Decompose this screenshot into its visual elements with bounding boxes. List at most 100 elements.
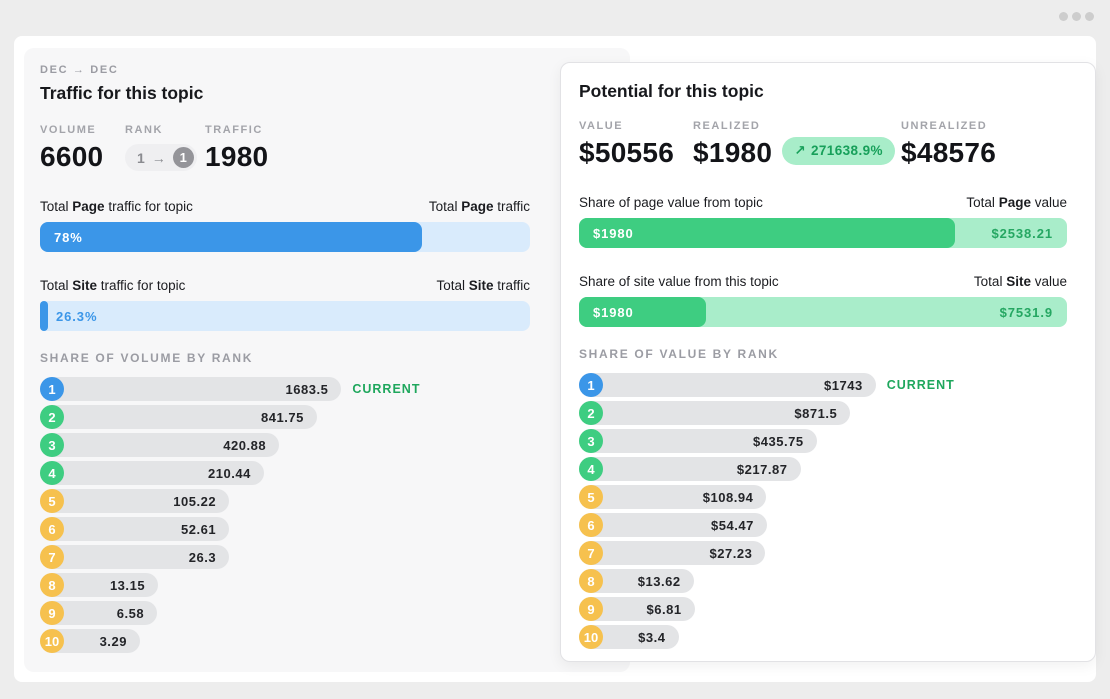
rank-to-badge: 1 — [172, 147, 194, 168]
rank-value: $27.23 — [709, 545, 753, 561]
rank-row: 5 $108.94 — [579, 485, 1067, 509]
site-word-bold: Site — [72, 278, 98, 293]
arrow-right-icon: → — [151, 149, 166, 166]
arrow-up-right-icon: ↗ — [794, 142, 806, 158]
site-traffic-right-label: Total Site traffic — [436, 278, 530, 293]
rank-row: 6 52.61 — [40, 517, 530, 541]
traffic-stats-row: VOLUME 6600 RANK 1 → 1 TRAFFIC 1980 — [40, 124, 530, 173]
site-word-bold: Site — [1006, 274, 1031, 289]
realized-change-badge: ↗ 271638.9% — [782, 136, 895, 165]
realized-label: REALIZED — [693, 120, 761, 132]
rank-badge: 7 — [579, 541, 603, 565]
value-value: $50556 — [579, 137, 675, 168]
rank-change-pill: 1 → 1 — [125, 144, 197, 171]
site-word-bold: Site — [468, 278, 494, 293]
rank-bar: 7 $27.23 — [579, 541, 766, 565]
rank-badge: 2 — [40, 405, 64, 429]
window-dot-icon — [1059, 12, 1068, 21]
rank-bar: 5 $108.94 — [579, 485, 767, 509]
rank-badge: 5 — [579, 485, 603, 509]
volume-label: VOLUME — [40, 124, 97, 136]
rank-badge: 4 — [40, 461, 64, 485]
rank-row: 7 26.3 — [40, 545, 530, 569]
rank-row: 4 $217.87 — [579, 457, 1067, 481]
rank-row: 1 1683.5 CURRENT — [40, 377, 530, 401]
page-word-bold: Page — [998, 195, 1031, 210]
current-rank-label: CURRENT — [886, 378, 955, 392]
page-value-bar: $1980 $2538.21 — [579, 218, 1067, 248]
rank-bar: 3 420.88 — [40, 433, 280, 457]
rank-bar: 6 52.61 — [40, 517, 230, 541]
rank-bar: 10 $3.4 — [579, 625, 679, 649]
rank-value: 13.15 — [109, 577, 146, 593]
rank-bar: 8 $13.62 — [579, 569, 694, 593]
rank-bar: 7 26.3 — [40, 545, 230, 569]
rank-stat: RANK 1 → 1 — [125, 124, 205, 173]
rank-value: 420.88 — [223, 437, 267, 453]
rank-badge: 3 — [579, 429, 603, 453]
page-traffic-pct: 78% — [54, 229, 83, 245]
rank-row: 3 420.88 — [40, 433, 530, 457]
site-traffic-left-label: Total Site traffic for topic — [40, 278, 186, 293]
period-label: DEC → DEC — [40, 64, 119, 76]
site-value-total: $7531.9 — [999, 304, 1053, 320]
rank-row: 2 841.75 — [40, 405, 530, 429]
value-label: VALUE — [579, 120, 624, 132]
rank-bar: 4 $217.87 — [579, 457, 801, 481]
rank-badge: 1 — [579, 373, 603, 397]
rank-badge: 3 — [40, 433, 64, 457]
rank-row: 10 $3.4 — [579, 625, 1067, 649]
rank-bar: 10 3.29 — [40, 629, 140, 653]
site-value-bar-group: Share of site value from this topic Tota… — [579, 274, 1067, 327]
rank-row: 9 $6.81 — [579, 597, 1067, 621]
rank-value: $217.87 — [736, 461, 788, 477]
potential-stats-row: VALUE $50556 REALIZED $1980 ↗ 271638.9% — [579, 120, 1067, 169]
rank-value: $108.94 — [702, 489, 754, 505]
unrealized-value: $48576 — [901, 137, 997, 168]
site-traffic-bar: 26.3% — [40, 301, 530, 331]
rank-bar: 3 $435.75 — [579, 429, 817, 453]
rank-bar: 9 $6.81 — [579, 597, 695, 621]
site-value-amount: $1980 — [593, 304, 634, 320]
rank-row: 9 6.58 — [40, 601, 530, 625]
rank-bar: 5 105.22 — [40, 489, 230, 513]
rank-value: 52.61 — [180, 521, 217, 537]
window-titlebar — [0, 0, 1110, 36]
rank-value: 1683.5 — [285, 381, 329, 397]
rank-bar: 2 841.75 — [40, 405, 317, 429]
rank-value: $3.4 — [638, 629, 666, 645]
window-dot-icon — [1072, 12, 1081, 21]
page-value-left-label: Share of page value from topic — [579, 195, 763, 210]
main-canvas: DEC → DEC Traffic for this topic VOLUME … — [14, 36, 1096, 682]
rank-bar: 8 13.15 — [40, 573, 159, 597]
rank-row: 10 3.29 — [40, 629, 530, 653]
site-value-left-label: Share of site value from this topic — [579, 274, 779, 289]
rank-row: 6 $54.47 — [579, 513, 1067, 537]
rank-badge: 8 — [579, 569, 603, 593]
volume-value: 6600 — [40, 141, 104, 172]
rank-bar: 1 1683.5 — [40, 377, 342, 401]
rank-badge: 9 — [40, 601, 64, 625]
rank-badge: 8 — [40, 573, 64, 597]
traffic-stat: TRAFFIC 1980 — [205, 124, 268, 173]
unrealized-label: UNREALIZED — [901, 120, 988, 132]
page-traffic-left-label: Total Page traffic for topic — [40, 199, 193, 214]
volume-stat: VOLUME 6600 — [40, 124, 125, 173]
page-word-bold: Page — [72, 199, 105, 214]
page-value-bar-group: Share of page value from topic Total Pag… — [579, 195, 1067, 248]
rank-from: 1 — [137, 149, 145, 166]
volume-rank-heading: SHARE OF VOLUME BY RANK — [40, 351, 254, 365]
site-traffic-fill — [40, 301, 48, 331]
page-value-amount: $1980 — [593, 225, 634, 241]
page-traffic-fill: 78% — [40, 222, 423, 252]
page-value-total: $2538.21 — [991, 225, 1053, 241]
value-rank-list: 1 $1743 CURRENT 2 $871.5 3 $435.75 4 $21… — [579, 373, 1067, 649]
rank-value: 26.3 — [188, 549, 217, 565]
change-percent: 271638.9% — [810, 143, 883, 158]
rank-bar: 9 6.58 — [40, 601, 158, 625]
rank-row: 1 $1743 CURRENT — [579, 373, 1067, 397]
realized-value: $1980 — [693, 137, 773, 168]
rank-value: $54.47 — [710, 517, 754, 533]
page-traffic-right-label: Total Page traffic — [428, 199, 530, 214]
rank-value: 841.75 — [260, 409, 304, 425]
